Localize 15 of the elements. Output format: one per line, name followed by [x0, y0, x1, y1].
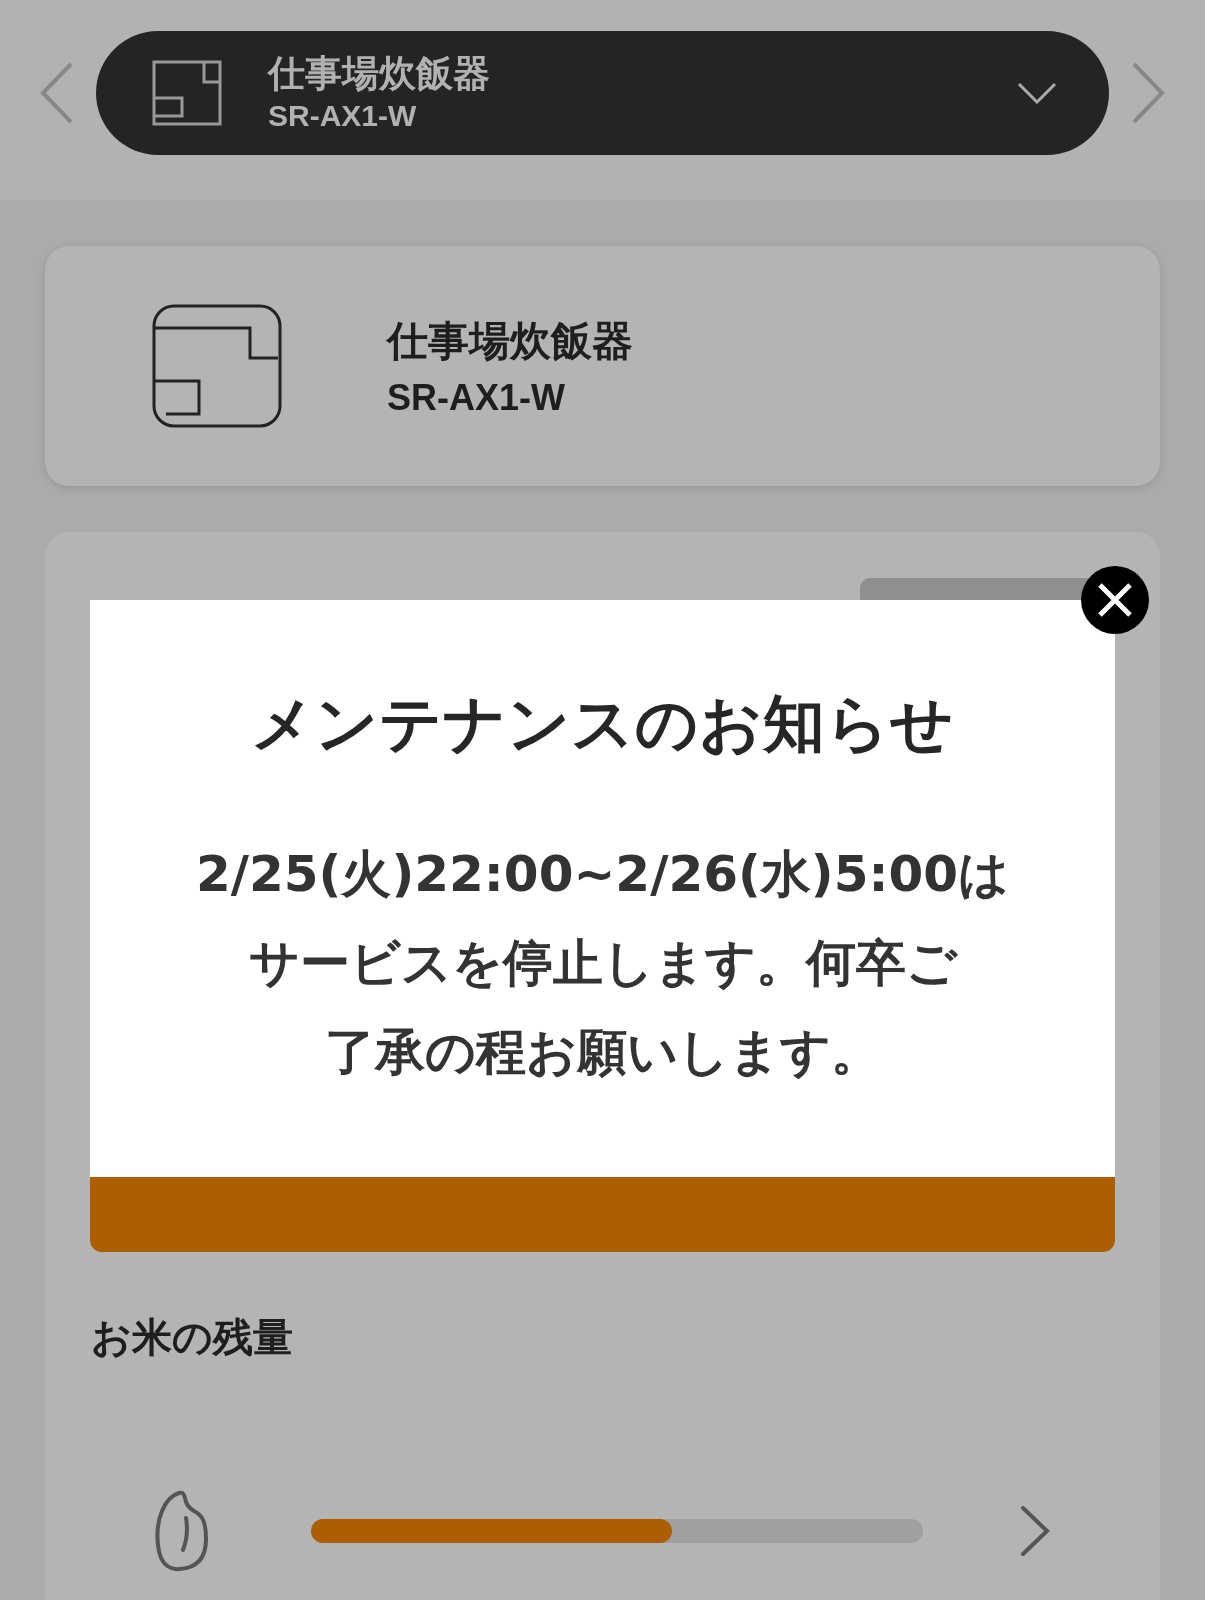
- floor-plan-icon: [152, 60, 222, 126]
- device-card[interactable]: 仕事場炊飯器 SR-AX1-W: [45, 246, 1160, 486]
- dialog-message: 2/25(火)22:00~2/26(水)5:00は サービスを停止します。何卒ご 了承の程お願いします。: [195, 844, 1010, 1083]
- device-selector[interactable]: 仕事場炊飯器 SR-AX1-W: [96, 31, 1109, 155]
- device-model: SR-AX1-W: [387, 376, 566, 419]
- device-name: 仕事場炊飯器: [387, 315, 633, 367]
- dialog-title: メンテナンスのお知らせ: [251, 686, 954, 762]
- device-model: SR-AX1-W: [268, 99, 418, 134]
- rice-grain-icon: [153, 1490, 211, 1572]
- close-icon: [1097, 582, 1133, 618]
- chevron-down-icon: [1017, 82, 1057, 104]
- rice-cooker-icon: [151, 303, 283, 429]
- device-name: 仕事場炊飯器: [268, 52, 491, 96]
- chevron-right-icon[interactable]: [1020, 1505, 1050, 1557]
- rice-remaining-title: お米の残量: [91, 1313, 293, 1362]
